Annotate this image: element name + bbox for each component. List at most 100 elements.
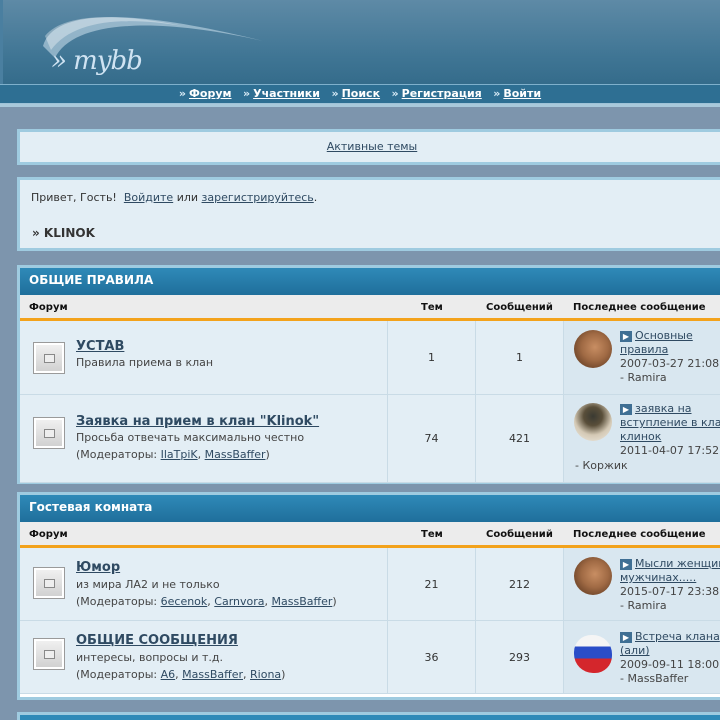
- avatar[interactable]: [574, 557, 612, 595]
- col-forum: Форум: [29, 529, 68, 540]
- moderator-link[interactable]: MassBaffer: [205, 448, 266, 461]
- register-link[interactable]: зарегистрируйтесь: [202, 191, 314, 204]
- forum-row: УСТАВ Правила приема в клан 1 1 ▶ Основны…: [20, 321, 720, 395]
- topics-count: 1: [388, 321, 476, 394]
- posts-count: 212: [476, 548, 564, 620]
- col-topics: Тем: [421, 302, 443, 313]
- posts-count: 293: [476, 621, 564, 693]
- moderator-link[interactable]: Carnvora: [214, 595, 264, 608]
- nav-arrow-icon: »: [391, 87, 399, 100]
- forum-folder-icon: [33, 567, 65, 599]
- go-to-post-icon[interactable]: ▶: [620, 559, 632, 570]
- moderator-link[interactable]: 6ecenok: [161, 595, 208, 608]
- active-topics-link[interactable]: Активные темы: [327, 140, 418, 153]
- header-divider: [0, 104, 720, 107]
- category-rules: ОБЩИЕ ПРАВИЛА Форум Тем Сообщений Послед…: [17, 265, 720, 484]
- forum-info-cell: Заявка на прием в клан "Klinok" Просьба …: [20, 395, 388, 482]
- go-to-post-icon[interactable]: ▶: [620, 632, 632, 643]
- forum-title-link[interactable]: Заявка на прием в клан "Klinok": [76, 414, 319, 429]
- forum-title-link[interactable]: ОБЩИЕ СООБЩЕНИЯ: [76, 633, 238, 648]
- forum-folder-icon: [33, 417, 65, 449]
- last-post-date: 2009-09-11 18:00: [620, 658, 720, 671]
- forum-description: Правила приема в клан: [76, 356, 214, 369]
- last-post-link[interactable]: заявка на вступление в клан клинок: [620, 402, 720, 443]
- go-to-post-icon[interactable]: ▶: [620, 404, 632, 415]
- avatar[interactable]: [574, 330, 612, 368]
- active-topics-panel: Активные темы: [17, 129, 720, 165]
- forum-title-link[interactable]: УСТАВ: [76, 339, 124, 354]
- forum-info-cell: Юмор из мира ЛА2 и не только (Модераторы…: [20, 548, 388, 620]
- breadcrumb[interactable]: » KLINOK: [32, 226, 95, 240]
- greet-text: Привет, Гость!: [31, 191, 117, 204]
- forum-description: из мира ЛА2 и не только: [76, 578, 220, 591]
- moderators: (Модераторы: 6ecenok, Carnvora, MassBaff…: [76, 595, 337, 608]
- or-text: или: [176, 191, 199, 204]
- site-logo[interactable]: » mybb: [51, 46, 143, 76]
- last-post-cell: ▶ Основные правила 2007-03-27 21:08 - Ram…: [564, 321, 720, 394]
- last-post-info: ▶ Встреча клана (али) 2009-09-11 18:00 - …: [620, 630, 720, 686]
- topics-count: 21: [388, 548, 476, 620]
- nav-item-members[interactable]: » Участники: [243, 87, 320, 100]
- topics-count: 74: [388, 395, 476, 482]
- col-topics: Тем: [421, 529, 443, 540]
- last-post-info: ▶Мысли женщин о мужчинах..... 2015-07-17…: [620, 557, 720, 613]
- nav-item-forum[interactable]: » Форум: [179, 87, 232, 100]
- last-post-cell: ▶ Встреча клана (али) 2009-09-11 18:00 - …: [564, 621, 720, 693]
- last-post-cell: ▶ заявка на вступление в клан клинок 2011…: [564, 395, 720, 482]
- avatar-flag[interactable]: [574, 635, 612, 673]
- last-post-date: 2015-07-17 23:38: [620, 585, 720, 598]
- nav-arrow-icon: »: [243, 87, 251, 100]
- last-post-link[interactable]: Встреча клана (али): [620, 630, 720, 657]
- avatar[interactable]: [574, 403, 612, 441]
- nav-arrow-icon: »: [331, 87, 339, 100]
- nav-item-login[interactable]: » Войти: [493, 87, 541, 100]
- forum-info-cell: ОБЩИЕ СООБЩЕНИЯ интересы, вопросы и т.д.…: [20, 621, 388, 693]
- col-last-post: Последнее сообщение: [573, 529, 706, 540]
- posts-count: 1: [476, 321, 564, 394]
- moderators: (Модераторы: A6, MassBaffer, Riona): [76, 668, 286, 681]
- posts-count: 421: [476, 395, 564, 482]
- last-post-info: ▶ Основные правила 2007-03-27 21:08 - Ram…: [620, 329, 720, 385]
- period-text: .: [313, 191, 318, 204]
- go-to-post-icon[interactable]: ▶: [620, 331, 632, 342]
- last-post-date: 2011-04-07 17:52: [620, 444, 720, 457]
- last-post-link[interactable]: Мысли женщин о мужчинах.....: [620, 557, 720, 584]
- login-link[interactable]: Войдите: [124, 191, 173, 204]
- forum-folder-icon: [33, 638, 65, 670]
- moderator-link[interactable]: Riona: [250, 668, 281, 681]
- moderator-link[interactable]: MassBaffer: [272, 595, 333, 608]
- forum-info-cell: УСТАВ Правила приема в клан: [20, 321, 388, 394]
- col-posts: Сообщений: [486, 529, 553, 540]
- last-post-cell: ▶Мысли женщин о мужчинах..... 2015-07-17…: [564, 548, 720, 620]
- forum-row: Заявка на прием в клан "Klinok" Просьба …: [20, 395, 720, 483]
- col-last-post: Последнее сообщение: [573, 302, 706, 313]
- forum-description: Просьба отвечать максимально честно: [76, 431, 305, 444]
- last-post-author: - MassBaffer: [620, 672, 689, 685]
- forum-title-link[interactable]: Юмор: [76, 560, 120, 575]
- category-title[interactable]: Гостевая комната: [20, 495, 720, 522]
- last-post-author: - Коржик: [575, 459, 628, 472]
- nav-item-search[interactable]: » Поиск: [331, 87, 380, 100]
- col-forum: Форум: [29, 302, 68, 313]
- welcome-panel: Привет, Гость! Войдите или зарегистрируй…: [17, 177, 720, 251]
- table-header: Форум Тем Сообщений Последнее сообщение: [20, 522, 720, 548]
- col-posts: Сообщений: [486, 302, 553, 313]
- welcome-greeting: Привет, Гость! Войдите или зарегистрируй…: [31, 191, 317, 204]
- forum-folder-icon: [33, 342, 65, 374]
- topics-count: 36: [388, 621, 476, 693]
- last-post-author: - Ramira: [620, 599, 667, 612]
- category-guest-room: Гостевая комната Форум Тем Сообщений Пос…: [17, 492, 720, 700]
- table-header: Форум Тем Сообщений Последнее сообщение: [20, 295, 720, 321]
- nav-arrow-icon: »: [493, 87, 501, 100]
- nav-arrow-icon: »: [178, 87, 186, 100]
- forum-description: интересы, вопросы и т.д.: [76, 651, 223, 664]
- category-title[interactable]: ОБЩИЕ ПРАВИЛА: [20, 268, 720, 295]
- forum-row: ОБЩИЕ СООБЩЕНИЯ интересы, вопросы и т.д.…: [20, 621, 720, 694]
- forum-row: Юмор из мира ЛА2 и не только (Модераторы…: [20, 548, 720, 621]
- moderator-link[interactable]: MassBaffer: [182, 668, 243, 681]
- moderator-link[interactable]: IlaTpiK: [161, 448, 198, 461]
- moderator-link[interactable]: A6: [161, 668, 176, 681]
- next-category-header: [17, 712, 720, 720]
- last-post-date: 2007-03-27 21:08: [620, 357, 720, 370]
- nav-item-register[interactable]: » Регистрация: [392, 87, 482, 100]
